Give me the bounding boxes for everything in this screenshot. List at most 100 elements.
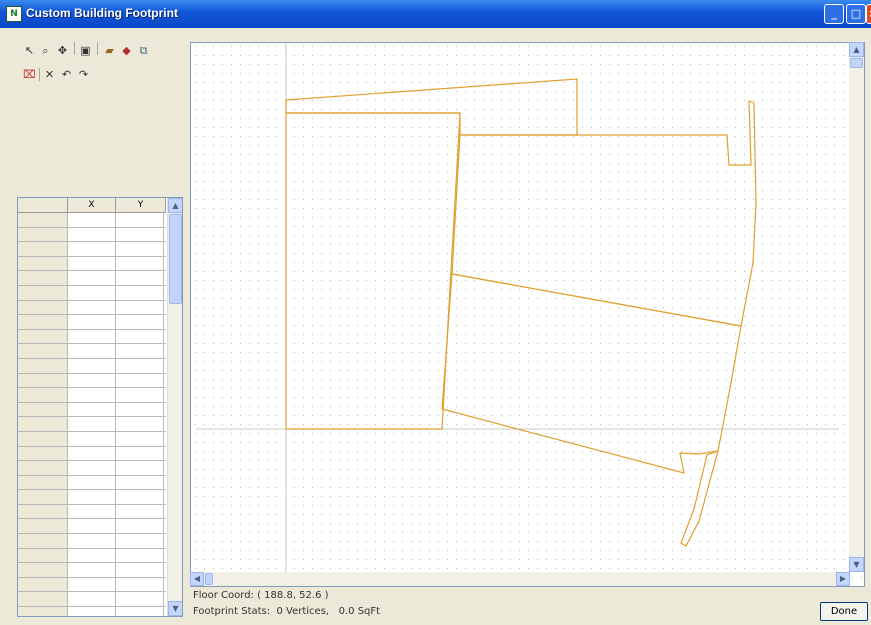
table-vertical-scrollbar[interactable]: ▲ ▼ bbox=[167, 198, 182, 616]
delete-icon[interactable]: ✕ bbox=[42, 67, 57, 82]
table-row[interactable] bbox=[18, 490, 166, 505]
table-row[interactable] bbox=[18, 417, 166, 432]
table-row[interactable] bbox=[18, 534, 166, 549]
y-cell[interactable] bbox=[116, 329, 164, 344]
table-row[interactable] bbox=[18, 242, 166, 257]
scroll-up-button[interactable]: ▲ bbox=[168, 198, 182, 213]
x-cell[interactable] bbox=[68, 461, 116, 475]
done-button[interactable]: Done bbox=[820, 602, 868, 621]
table-row[interactable] bbox=[18, 563, 166, 578]
y-cell[interactable] bbox=[116, 417, 164, 431]
x-cell[interactable] bbox=[68, 329, 116, 344]
canvas-vertical-scrollbar[interactable]: ▲ ▼ bbox=[849, 42, 864, 572]
scroll-down-button[interactable]: ▼ bbox=[168, 601, 182, 616]
table-row[interactable] bbox=[18, 461, 166, 476]
y-cell[interactable] bbox=[116, 388, 164, 402]
x-cell[interactable] bbox=[68, 563, 116, 577]
canvas-vscroll-thumb[interactable] bbox=[850, 58, 863, 68]
x-cell[interactable] bbox=[68, 256, 116, 271]
table-row[interactable] bbox=[18, 402, 166, 418]
y-cell[interactable] bbox=[116, 475, 164, 490]
y-cell[interactable] bbox=[116, 577, 164, 592]
table-row[interactable] bbox=[18, 344, 166, 359]
table-row[interactable] bbox=[18, 592, 166, 608]
table-row[interactable] bbox=[18, 577, 166, 593]
y-cell[interactable] bbox=[116, 504, 164, 519]
table-row[interactable] bbox=[18, 329, 166, 345]
x-cell[interactable] bbox=[68, 534, 116, 548]
table-row[interactable] bbox=[18, 519, 166, 535]
y-cell[interactable] bbox=[116, 213, 164, 227]
x-cell[interactable] bbox=[68, 213, 116, 227]
y-cell[interactable] bbox=[116, 300, 164, 315]
canvas-hscroll-thumb[interactable] bbox=[205, 573, 213, 585]
open-folder-icon[interactable]: ▰ bbox=[102, 43, 117, 58]
maximize-button[interactable]: □ bbox=[846, 4, 866, 24]
y-cell[interactable] bbox=[116, 271, 164, 285]
canvas-horizontal-scrollbar[interactable]: ◀ ▶ bbox=[190, 572, 850, 586]
y-cell[interactable] bbox=[116, 315, 164, 329]
y-cell[interactable] bbox=[116, 285, 164, 300]
layers-icon[interactable]: ⧉ bbox=[136, 43, 151, 58]
table-row[interactable] bbox=[18, 315, 166, 330]
y-cell[interactable] bbox=[116, 256, 164, 271]
x-cell[interactable] bbox=[68, 285, 116, 300]
delete-vertex-icon[interactable]: ⌧ bbox=[22, 67, 37, 82]
table-row[interactable] bbox=[18, 358, 166, 374]
table-row[interactable] bbox=[18, 548, 166, 564]
y-cell[interactable] bbox=[116, 344, 164, 358]
table-row[interactable] bbox=[18, 607, 166, 616]
table-row[interactable] bbox=[18, 285, 166, 301]
x-cell[interactable] bbox=[68, 402, 116, 417]
x-cell[interactable] bbox=[68, 446, 116, 461]
redo-icon[interactable]: ↷ bbox=[76, 67, 91, 82]
undo-icon[interactable]: ↶ bbox=[59, 67, 74, 82]
x-cell[interactable] bbox=[68, 373, 116, 388]
drawing-canvas[interactable] bbox=[190, 42, 865, 587]
canvas-scroll-left-button[interactable]: ◀ bbox=[190, 572, 204, 586]
y-cell[interactable] bbox=[116, 607, 164, 616]
x-cell[interactable] bbox=[68, 315, 116, 329]
x-cell[interactable] bbox=[68, 592, 116, 607]
page-icon[interactable]: ▣ bbox=[78, 43, 93, 58]
scroll-thumb[interactable] bbox=[169, 214, 182, 304]
x-cell[interactable] bbox=[68, 490, 116, 504]
table-row[interactable] bbox=[18, 227, 166, 243]
table-row[interactable] bbox=[18, 271, 166, 286]
y-cell[interactable] bbox=[116, 592, 164, 607]
table-row[interactable] bbox=[18, 300, 166, 316]
y-cell[interactable] bbox=[116, 534, 164, 548]
table-row[interactable] bbox=[18, 388, 166, 403]
y-cell[interactable] bbox=[116, 490, 164, 504]
table-row[interactable] bbox=[18, 431, 166, 447]
table-row[interactable] bbox=[18, 475, 166, 491]
x-cell[interactable] bbox=[68, 519, 116, 534]
x-cell[interactable] bbox=[68, 242, 116, 256]
x-cell[interactable] bbox=[68, 577, 116, 592]
x-cell[interactable] bbox=[68, 548, 116, 563]
x-cell[interactable] bbox=[68, 227, 116, 242]
table-row[interactable] bbox=[18, 256, 166, 272]
x-cell[interactable] bbox=[68, 504, 116, 519]
canvas-scroll-down-button[interactable]: ▼ bbox=[849, 557, 864, 572]
zoom-icon[interactable]: ⌕ bbox=[38, 43, 53, 58]
x-cell[interactable] bbox=[68, 358, 116, 373]
x-cell[interactable] bbox=[68, 271, 116, 285]
y-cell[interactable] bbox=[116, 373, 164, 388]
table-row[interactable] bbox=[18, 373, 166, 389]
y-cell[interactable] bbox=[116, 358, 164, 373]
table-row[interactable] bbox=[18, 213, 166, 228]
x-cell[interactable] bbox=[68, 417, 116, 431]
y-cell[interactable] bbox=[116, 548, 164, 563]
table-row[interactable] bbox=[18, 446, 166, 462]
y-cell[interactable] bbox=[116, 446, 164, 461]
x-cell[interactable] bbox=[68, 300, 116, 315]
y-cell[interactable] bbox=[116, 242, 164, 256]
canvas-scroll-up-button[interactable]: ▲ bbox=[849, 42, 864, 57]
y-cell[interactable] bbox=[116, 402, 164, 417]
x-cell[interactable] bbox=[68, 475, 116, 490]
select-arrow-icon[interactable]: ↖ bbox=[22, 43, 37, 58]
x-cell[interactable] bbox=[68, 344, 116, 358]
x-cell[interactable] bbox=[68, 607, 116, 616]
y-cell[interactable] bbox=[116, 431, 164, 446]
